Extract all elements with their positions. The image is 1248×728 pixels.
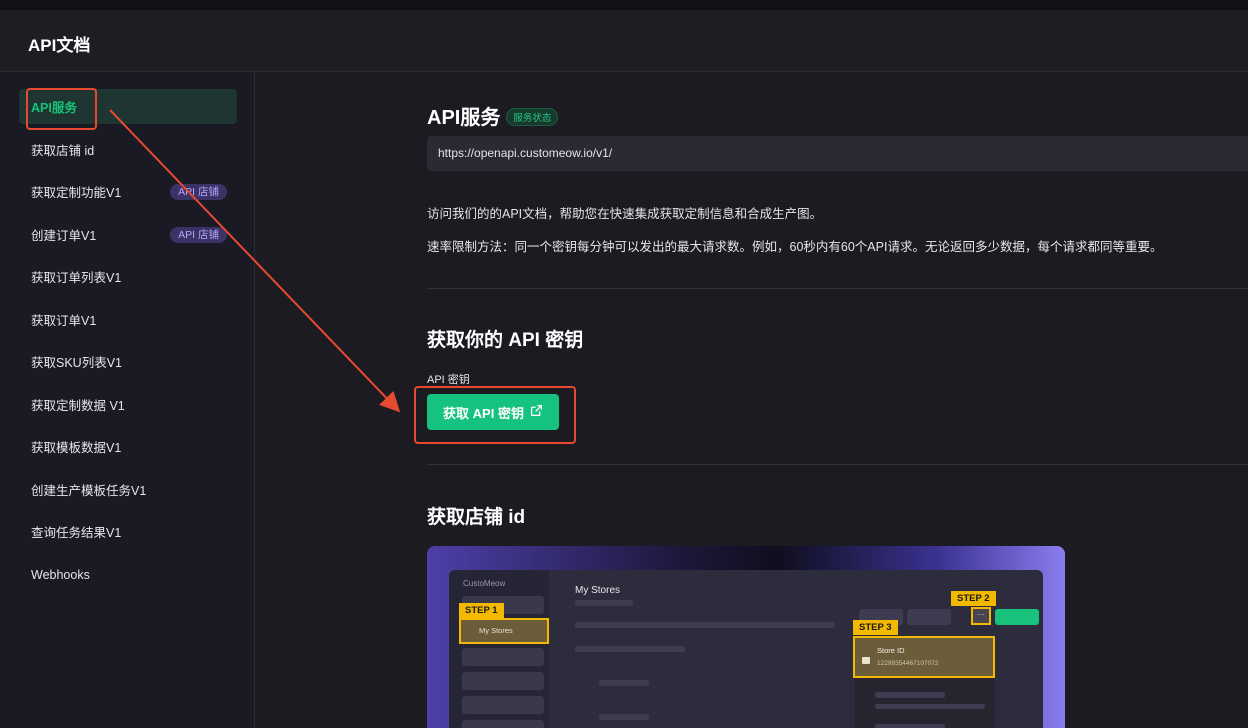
main-content: API服务 服务状态 https://openapi.customeow.io/… bbox=[256, 72, 1248, 728]
annotation-box-api-service bbox=[26, 88, 97, 130]
illustration-placeholder bbox=[875, 692, 945, 698]
illustration-window: CustoMeow My Stores STEP 1 My Stores ···… bbox=[449, 570, 1043, 728]
illustration-sidebar: CustoMeow bbox=[449, 570, 549, 728]
api-key-label: API 密钥 bbox=[427, 374, 470, 386]
api-service-heading: API服务 服务状态 bbox=[427, 101, 559, 130]
divider bbox=[427, 288, 1248, 289]
service-status-badge[interactable]: 服务状态 bbox=[506, 108, 559, 126]
sidebar-item-label: 获取订单列表V1 bbox=[31, 271, 122, 285]
sidebar-item-label: 创建生产模板任务V1 bbox=[31, 484, 147, 498]
illustration-green-button bbox=[995, 609, 1039, 625]
illustration-menu-placeholder bbox=[462, 696, 544, 714]
store-icon bbox=[861, 652, 871, 670]
sidebar-item-get-store-id[interactable]: 获取店铺 id bbox=[19, 132, 237, 167]
illustration-menu-placeholder bbox=[462, 648, 544, 666]
sidebar-item-label: 获取定制数据 V1 bbox=[31, 399, 125, 413]
store-id-illustration: CustoMeow My Stores STEP 1 My Stores ···… bbox=[427, 546, 1065, 728]
api-store-badge: API 店铺 bbox=[170, 183, 227, 200]
sidebar-item-customization-data[interactable]: 获取定制数据 V1 bbox=[19, 387, 237, 422]
base-url-field[interactable]: https://openapi.customeow.io/v1/ bbox=[427, 136, 1248, 171]
illustration-menu-placeholder bbox=[462, 720, 544, 728]
sidebar-item-label: 获取模板数据V1 bbox=[31, 441, 122, 455]
illustration-placeholder bbox=[599, 714, 649, 720]
sidebar-item-get-customization[interactable]: 获取定制功能V1 API 店铺 bbox=[19, 174, 237, 209]
sidebar-item-label: Webhooks bbox=[31, 567, 90, 582]
sidebar-item-label: 创建订单V1 bbox=[31, 229, 97, 243]
sidebar-item-query-task-result[interactable]: 查询任务结果V1 bbox=[19, 514, 237, 549]
api-store-badge: API 店铺 bbox=[170, 226, 227, 243]
page-title: API文档 bbox=[28, 36, 91, 55]
sidebar-item-sku-list[interactable]: 获取SKU列表V1 bbox=[19, 344, 237, 379]
sidebar-item-label: 获取店铺 id bbox=[31, 144, 95, 158]
sidebar-item-create-production-task[interactable]: 创建生产模板任务V1 bbox=[19, 472, 237, 507]
sidebar-item-create-order[interactable]: 创建订单V1 API 店铺 bbox=[19, 217, 237, 252]
rate-limit-text: 速率限制方法：同一个密钥每分钟可以发出的最大请求数。例如，60秒内有60个API… bbox=[427, 240, 1163, 254]
sidebar-item-label: 查询任务结果V1 bbox=[31, 526, 122, 540]
illustration-store-id-box: Store ID 1229935446710707​2 bbox=[853, 636, 995, 678]
sidebar-item-order-list[interactable]: 获取订单列表V1 bbox=[19, 259, 237, 294]
illustration-placeholder bbox=[575, 622, 835, 628]
illustration-placeholder bbox=[575, 646, 685, 652]
sidebar-item-get-order[interactable]: 获取订单V1 bbox=[19, 302, 237, 337]
illustration-more-button: ··· bbox=[971, 607, 991, 625]
step3-label: STEP 3 bbox=[853, 620, 898, 635]
illustration-placeholder bbox=[575, 600, 633, 606]
sidebar-item-label: 获取订单V1 bbox=[31, 314, 97, 328]
get-key-heading: 获取你的 API 密钥 bbox=[427, 330, 584, 351]
illustration-page-title: My Stores bbox=[575, 585, 621, 596]
sidebar-item-label: 获取SKU列表V1 bbox=[31, 356, 122, 370]
illustration-placeholder bbox=[907, 609, 951, 625]
store-id-value: 1229935446710707​2 bbox=[877, 660, 939, 667]
store-id-heading: 获取店铺 id bbox=[427, 507, 526, 528]
sidebar-item-webhooks[interactable]: Webhooks bbox=[19, 557, 237, 592]
annotation-box-get-key bbox=[414, 386, 576, 444]
illustration-logo: CustoMeow bbox=[463, 579, 506, 588]
sidebar-item-template-data[interactable]: 获取模板数据V1 bbox=[19, 429, 237, 464]
step1-label: STEP 1 bbox=[459, 603, 504, 618]
illustration-menu-placeholder bbox=[462, 672, 544, 690]
step1-highlight bbox=[459, 618, 549, 644]
section-title: API服务 bbox=[427, 107, 501, 129]
top-strip bbox=[0, 0, 1248, 10]
sidebar-item-label: 获取定制功能V1 bbox=[31, 186, 122, 200]
step2-label: STEP 2 bbox=[951, 591, 996, 606]
illustration-placeholder bbox=[875, 724, 945, 728]
header: API文档 bbox=[0, 10, 1248, 72]
illustration-placeholder bbox=[875, 704, 985, 709]
illustration-placeholder bbox=[599, 680, 649, 686]
divider bbox=[427, 464, 1248, 465]
store-id-label: Store ID bbox=[877, 646, 905, 655]
intro-text: 访问我们的的API文档，帮助您在快速集成获取定制信息和合成生产图。 bbox=[427, 207, 823, 221]
sidebar: API服务 获取店铺 id 获取定制功能V1 API 店铺 创建订单V1 API… bbox=[0, 72, 255, 728]
